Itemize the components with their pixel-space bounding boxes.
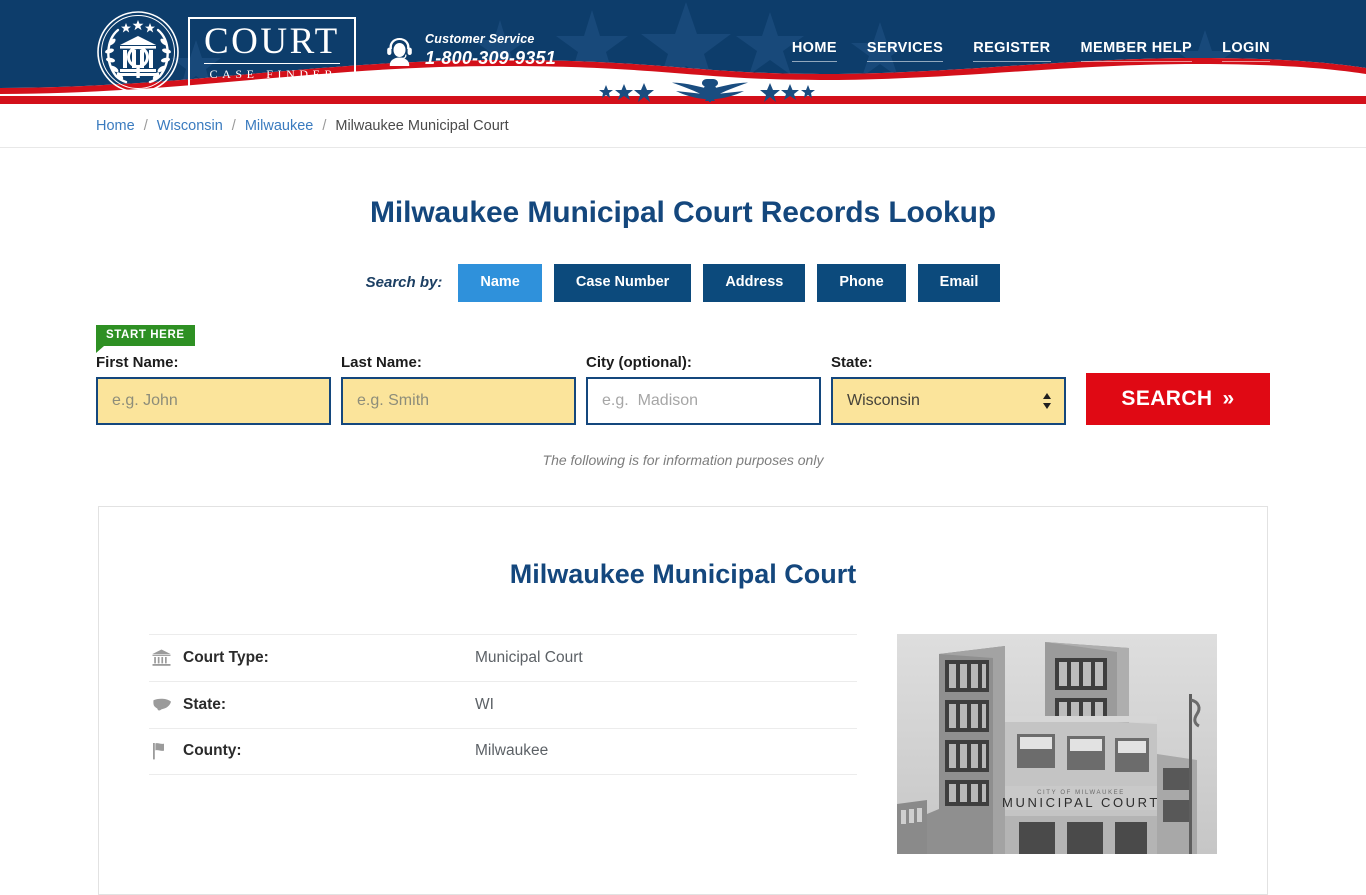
city-label: City (optional): bbox=[586, 353, 692, 371]
detail-key: County: bbox=[183, 742, 242, 760]
headset-support-icon bbox=[387, 38, 412, 67]
breadcrumb-bar: Home / Wisconsin / Milwaukee / Milwaukee… bbox=[0, 104, 1366, 148]
court-info-card: Milwaukee Municipal Court Court Type: Mu… bbox=[98, 505, 1268, 895]
search-section: Milwaukee Municipal Court Records Lookup… bbox=[0, 148, 1366, 468]
customer-service-phone[interactable]: 1-800-309-9351 bbox=[425, 48, 556, 69]
search-button-label: SEARCH bbox=[1121, 386, 1213, 410]
us-map-icon bbox=[149, 697, 183, 712]
start-here-badge: START HERE bbox=[96, 324, 195, 353]
detail-key: State: bbox=[183, 695, 227, 713]
detail-value: Municipal Court bbox=[475, 648, 583, 666]
customer-service-block[interactable]: Customer Service 1-800-309-9351 bbox=[383, 32, 556, 69]
first-name-input[interactable] bbox=[96, 376, 331, 425]
detail-value: WI bbox=[475, 695, 494, 713]
search-fields-row: First Name: Last Name: City (optional): … bbox=[96, 336, 1270, 425]
breadcrumb-separator: / bbox=[143, 117, 148, 134]
last-name-label: Last Name: bbox=[341, 353, 422, 371]
court-name-heading: Milwaukee Municipal Court bbox=[509, 558, 857, 589]
search-by-label: Search by: bbox=[365, 274, 443, 292]
first-name-label: First Name: bbox=[96, 353, 179, 371]
eagle-emblem-icon bbox=[599, 79, 815, 102]
double-chevron-right-icon: » bbox=[1222, 386, 1235, 410]
tab-phone[interactable]: Phone bbox=[817, 264, 906, 302]
court-seal-logo-icon bbox=[97, 11, 179, 93]
state-select[interactable]: Wisconsin bbox=[831, 376, 1066, 425]
state-select-wrap: Wisconsin bbox=[831, 376, 1066, 425]
tab-name[interactable]: Name bbox=[458, 264, 542, 302]
breadcrumb-item-home[interactable]: Home bbox=[96, 118, 135, 134]
logo-subword: CASE FINDER bbox=[209, 66, 338, 81]
tab-case-number[interactable]: Case Number bbox=[553, 264, 692, 302]
detail-value: Milwaukee bbox=[475, 742, 549, 760]
search-button[interactable]: SEARCH » bbox=[1086, 372, 1270, 425]
nav-services[interactable]: SERVICES bbox=[866, 40, 944, 62]
bank-institution-icon bbox=[149, 648, 183, 667]
table-row: Court Type: Municipal Court bbox=[149, 633, 857, 681]
city-field-group: City (optional): bbox=[586, 354, 821, 425]
site-header: COURT CASE FINDER Customer Service 1-800… bbox=[0, 0, 1366, 104]
last-name-field-group: Last Name: bbox=[341, 354, 576, 425]
last-name-input[interactable] bbox=[341, 376, 576, 425]
flag-icon bbox=[149, 742, 183, 760]
logo-word: COURT bbox=[204, 20, 340, 64]
court-card-body: Court Type: Municipal Court State: WI Co… bbox=[149, 633, 1217, 854]
svg-text:MUNICIPAL COURT: MUNICIPAL COURT bbox=[1002, 795, 1160, 810]
breadcrumb-item-wisconsin[interactable]: Wisconsin bbox=[157, 118, 223, 134]
breadcrumb-separator: / bbox=[231, 117, 236, 134]
court-card-wrap: Milwaukee Municipal Court Court Type: Mu… bbox=[0, 468, 1366, 895]
site-logo[interactable]: COURT CASE FINDER bbox=[96, 10, 356, 94]
table-row: State: WI bbox=[149, 680, 857, 728]
search-disclaimer: The following is for information purpose… bbox=[542, 451, 824, 468]
first-name-field-group: First Name: bbox=[96, 354, 331, 425]
search-form: START HERE First Name: Last Name: City (… bbox=[96, 320, 1270, 468]
customer-service-label: Customer Service bbox=[425, 32, 535, 46]
court-detail-table: Court Type: Municipal Court State: WI Co… bbox=[149, 633, 857, 854]
tab-address[interactable]: Address bbox=[703, 264, 806, 302]
breadcrumb: Home / Wisconsin / Milwaukee / Milwaukee… bbox=[96, 118, 1270, 134]
main-navigation: HOME SERVICES REGISTER MEMBER HELP LOGIN bbox=[791, 40, 1270, 62]
breadcrumb-separator: / bbox=[322, 117, 327, 134]
state-field-group: State: Wisconsin bbox=[831, 354, 1066, 425]
state-label: State: bbox=[831, 353, 873, 371]
logo-wordmark: COURT CASE FINDER bbox=[188, 16, 356, 88]
nav-home[interactable]: HOME bbox=[791, 40, 837, 62]
city-input[interactable] bbox=[586, 376, 821, 425]
page-root: COURT CASE FINDER Customer Service 1-800… bbox=[0, 0, 1366, 895]
milwaukee-municipal-court-building-photo: CITY OF MILWAUKEE MUNICIPAL COURT bbox=[897, 633, 1217, 854]
nav-register[interactable]: REGISTER bbox=[973, 40, 1051, 62]
tab-email[interactable]: Email bbox=[917, 264, 1001, 302]
nav-login[interactable]: LOGIN bbox=[1222, 40, 1270, 62]
nav-member-help[interactable]: MEMBER HELP bbox=[1080, 40, 1193, 62]
breadcrumb-item-current: Milwaukee Municipal Court bbox=[335, 117, 509, 134]
page-title: Milwaukee Municipal Court Records Lookup bbox=[369, 196, 997, 229]
search-by-tabs: Search by: Name Case Number Address Phon… bbox=[0, 264, 1366, 302]
detail-key: Court Type: bbox=[183, 648, 269, 666]
breadcrumb-item-milwaukee[interactable]: Milwaukee bbox=[245, 118, 314, 134]
